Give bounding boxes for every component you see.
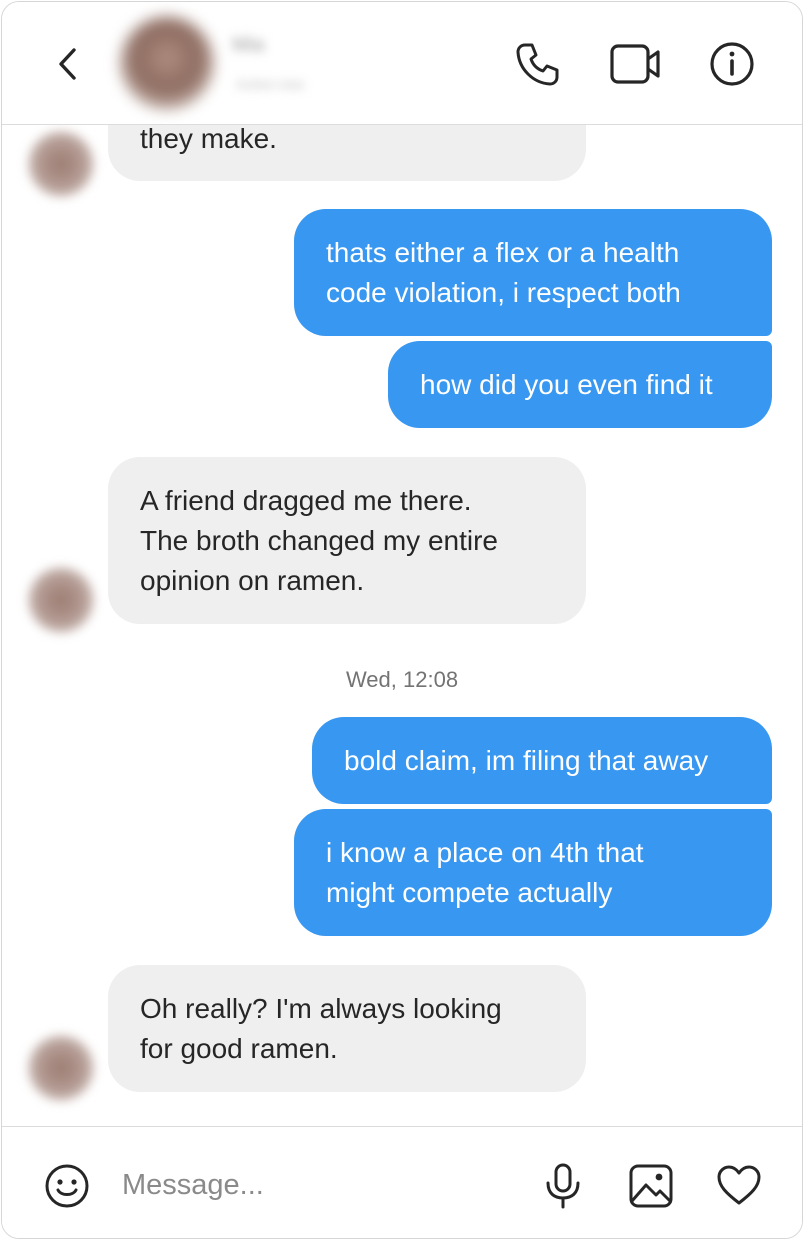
message-text: bold claim, im filing that away (344, 744, 709, 776)
message-text: thats either a flex or a health code vio… (326, 236, 681, 308)
back-button[interactable] (52, 44, 84, 84)
sender-avatar[interactable] (28, 131, 94, 197)
chat-window: Mia Active now they make. thats either a… (1, 1, 803, 1239)
phone-icon (516, 43, 559, 86)
message-text: i know a place on 4th that might compete… (326, 836, 644, 908)
voice-message-button[interactable] (538, 1161, 588, 1211)
contact-name[interactable]: Mia (232, 34, 312, 56)
info-button[interactable] (706, 38, 758, 90)
message-bubble-outgoing[interactable]: how did you even find it (388, 341, 772, 428)
video-call-button[interactable] (608, 38, 660, 90)
message-thread[interactable]: they make. thats either a flex or a heal… (2, 125, 802, 1125)
back-icon (59, 48, 76, 80)
info-icon (710, 42, 754, 86)
microphone-icon (546, 1163, 580, 1209)
video-icon (610, 44, 660, 84)
message-text: A friend dragged me there. The broth cha… (140, 484, 498, 596)
message-bubble-outgoing[interactable]: i know a place on 4th that might compete… (294, 809, 772, 936)
sender-avatar[interactable] (28, 1035, 94, 1101)
chat-header: Mia Active now (2, 2, 802, 125)
message-bubble-outgoing[interactable]: thats either a flex or a health code vio… (294, 209, 772, 336)
message-bubble-incoming[interactable]: they make. (108, 125, 586, 181)
message-bubble-incoming[interactable]: Oh really? I'm always looking for good r… (108, 965, 586, 1092)
attach-image-button[interactable] (626, 1161, 676, 1211)
message-bubble-outgoing[interactable]: bold claim, im filing that away (312, 717, 772, 804)
image-icon (629, 1164, 673, 1208)
emoji-button[interactable] (42, 1161, 92, 1211)
emoji-icon (45, 1164, 89, 1208)
call-button[interactable] (512, 38, 564, 90)
heart-icon (717, 1165, 761, 1205)
message-text: how did you even find it (420, 368, 713, 400)
sender-avatar[interactable] (28, 567, 94, 633)
contact-avatar[interactable] (120, 16, 214, 110)
message-composer (2, 1126, 802, 1238)
contact-status: Active now (236, 76, 304, 92)
message-timestamp: Wed, 12:08 (345, 667, 459, 692)
like-button[interactable] (714, 1161, 764, 1211)
message-text: they make. (140, 125, 277, 154)
message-bubble-incoming[interactable]: A friend dragged me there. The broth cha… (108, 457, 586, 624)
message-text: Oh really? I'm always looking for good r… (140, 992, 502, 1064)
message-input[interactable] (122, 1165, 502, 1205)
